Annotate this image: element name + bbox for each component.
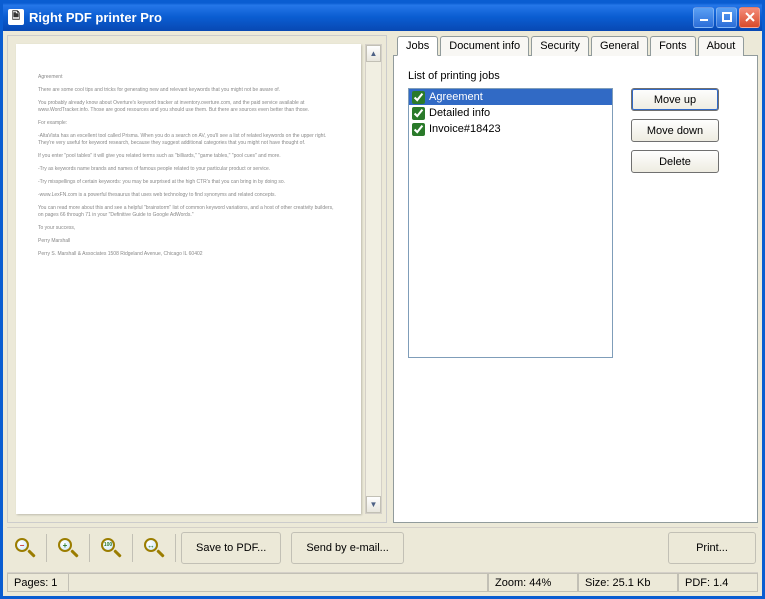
zoom-out-icon: −: [14, 537, 36, 559]
window-title: Right PDF printer Pro: [29, 10, 693, 25]
zoom-out-button[interactable]: −: [9, 532, 41, 564]
preview-scrollbar[interactable]: ▲ ▼: [365, 44, 382, 514]
scroll-down-button[interactable]: ▼: [366, 496, 381, 513]
tab-security[interactable]: Security: [531, 36, 589, 56]
preview-paragraph: Perry Marshall: [38, 238, 339, 245]
toolbar-divider: [89, 534, 90, 562]
status-pages: Pages: 1: [7, 573, 69, 592]
preview-paragraph: Agreement: [38, 74, 339, 81]
tab-jobs[interactable]: Jobs: [397, 36, 438, 56]
jobs-list-label: List of printing jobs: [408, 70, 743, 82]
save-pdf-button[interactable]: Save to PDF...: [181, 532, 281, 564]
preview-paragraph: If you enter "pool tables" it will give …: [38, 153, 339, 160]
close-button[interactable]: [739, 7, 760, 28]
job-checkbox[interactable]: [412, 91, 425, 104]
preview-paragraph: For example:: [38, 120, 339, 127]
tab-fonts[interactable]: Fonts: [650, 36, 696, 56]
preview-paragraph: -AltaVista has an excellent tool called …: [38, 133, 339, 147]
tab-general[interactable]: General: [591, 36, 648, 56]
send-email-button[interactable]: Send by e-mail...: [291, 532, 404, 564]
toolbar: − + 100 ↔ Save to PDF... Send by e-mail.…: [7, 527, 758, 568]
list-item[interactable]: Agreement: [409, 89, 612, 105]
preview-paragraph: -Try as keywords name brands and names o…: [38, 166, 339, 173]
preview-paragraph: -Try misspellings of certain keywords: y…: [38, 179, 339, 186]
job-label: Invoice#18423: [429, 123, 501, 135]
list-item[interactable]: Detailed info: [409, 105, 612, 121]
zoom-fit-button[interactable]: ↔: [138, 532, 170, 564]
minimize-button[interactable]: [693, 7, 714, 28]
preview-page: Agreement There are some cool tips and tr…: [16, 44, 361, 514]
zoom-in-button[interactable]: +: [52, 532, 84, 564]
toolbar-divider: [46, 534, 47, 562]
scroll-up-button[interactable]: ▲: [366, 45, 381, 62]
zoom-fit-icon: ↔: [143, 537, 165, 559]
preview-paragraph: -www.LexFN.com is a powerful thesaurus t…: [38, 192, 339, 199]
jobs-row: Agreement Detailed info Invoice#18423 Move…: [408, 88, 743, 358]
right-pane: JobsDocument infoSecurityGeneralFontsAbo…: [393, 35, 758, 523]
job-label: Detailed info: [429, 107, 490, 119]
titlebar: 🗎 Right PDF printer Pro: [3, 3, 762, 31]
tab-about[interactable]: About: [698, 36, 745, 56]
tabstrip: JobsDocument infoSecurityGeneralFontsAbo…: [393, 35, 758, 55]
status-pdf: PDF: 1.4: [678, 573, 758, 592]
job-label: Agreement: [429, 91, 483, 103]
job-checkbox[interactable]: [412, 107, 425, 120]
preview-scroll: Agreement There are some cool tips and tr…: [8, 36, 386, 522]
print-button[interactable]: Print...: [668, 532, 756, 564]
move-up-button[interactable]: Move up: [631, 88, 719, 111]
list-item[interactable]: Invoice#18423: [409, 121, 612, 137]
window-controls: [693, 7, 760, 28]
jobs-side-buttons: Move up Move down Delete: [631, 88, 719, 358]
tab-body-jobs: List of printing jobs Agreement Detailed …: [393, 55, 758, 523]
status-zoom: Zoom: 44%: [488, 573, 578, 592]
move-down-button[interactable]: Move down: [631, 119, 719, 142]
zoom-100-button[interactable]: 100: [95, 532, 127, 564]
preview-paragraph: You can read more about this and see a h…: [38, 205, 339, 219]
delete-button[interactable]: Delete: [631, 150, 719, 173]
status-size: Size: 25.1 Kb: [578, 573, 678, 592]
content-area: Agreement There are some cool tips and tr…: [3, 31, 762, 596]
preview-paragraph: Perry S. Marshall & Associates 1508 Ridg…: [38, 251, 339, 258]
tab-document-info[interactable]: Document info: [440, 36, 529, 56]
main-split: Agreement There are some cool tips and tr…: [7, 35, 758, 523]
preview-paragraph: You probably already know about Overture…: [38, 100, 339, 114]
preview-paragraph: There are some cool tips and tricks for …: [38, 87, 339, 94]
zoom-in-icon: +: [57, 537, 79, 559]
preview-pane: Agreement There are some cool tips and tr…: [7, 35, 387, 523]
app-window: 🗎 Right PDF printer Pro Agreement There a…: [0, 0, 765, 599]
statusbar: Pages: 1 Zoom: 44% Size: 25.1 Kb PDF: 1.…: [7, 572, 758, 592]
jobs-listbox[interactable]: Agreement Detailed info Invoice#18423: [408, 88, 613, 358]
job-checkbox[interactable]: [412, 123, 425, 136]
scroll-track[interactable]: [366, 62, 381, 496]
app-icon: 🗎: [8, 9, 24, 25]
toolbar-divider: [132, 534, 133, 562]
maximize-button[interactable]: [716, 7, 737, 28]
preview-paragraph: To your success,: [38, 225, 339, 232]
status-blank: [69, 573, 488, 592]
toolbar-divider: [175, 534, 176, 562]
zoom-100-icon: 100: [100, 537, 122, 559]
